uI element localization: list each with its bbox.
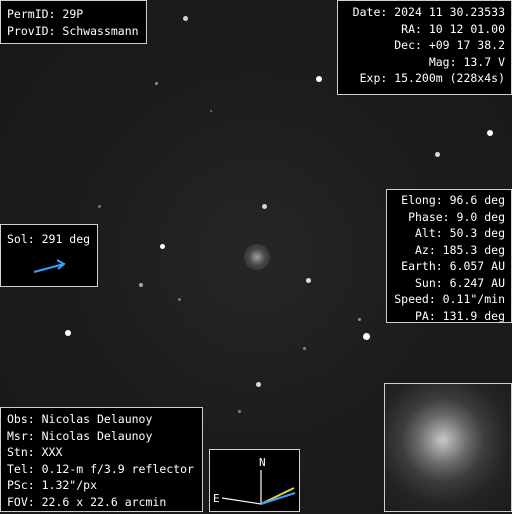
az-line: Az: 185.3 deg (414, 242, 505, 257)
observer-info-box: Obs: Nicolas Delaunoy Msr: Nicolas Delau… (0, 407, 203, 512)
phase-line: Phase: 9.0 deg (408, 209, 505, 224)
star (363, 333, 370, 340)
psc-line: PSc: 1.32"/px (7, 478, 98, 492)
star (487, 130, 493, 136)
tel-line: Tel: 0.12-m f/3.9 reflector (7, 461, 194, 476)
date-line: Date: 2024 11 30.23533 (352, 5, 505, 19)
prov-id-value: Schwassmann (62, 23, 139, 38)
star (210, 110, 212, 112)
sun-line: Sun: 6.247 AU (414, 275, 505, 290)
star (238, 410, 241, 413)
sun-direction-arrow-icon (33, 259, 66, 273)
star (160, 244, 165, 249)
star (435, 152, 440, 157)
star (183, 16, 188, 21)
comet-zoom-image (385, 384, 511, 511)
star (316, 76, 322, 82)
fov-line: FOV: 22.6 x 22.6 arcmin (7, 494, 167, 509)
star (306, 278, 311, 283)
star (178, 298, 181, 301)
stn-line: Stn: XXX (7, 445, 63, 459)
compass-box: N E (209, 449, 300, 512)
east-label: E (213, 492, 220, 505)
speed-line: Speed: 0.11"/min (394, 292, 505, 306)
geometry-info-box: Elong: 96.6 deg Phase: 9.0 deg Alt: 50.3… (386, 189, 512, 323)
sun-direction-box: Sol: 291 deg (0, 224, 98, 287)
pa-line: PA: 131.9 deg (414, 308, 505, 323)
perm-id-line: PermID: 29P (7, 7, 84, 21)
perm-id-value: 29P (62, 7, 84, 21)
comet-coma (244, 244, 270, 270)
compass-rose-icon (221, 470, 296, 505)
observation-info-box: Date: 2024 11 30.23533 RA: 10 12 01.00 D… (337, 0, 512, 95)
star (303, 347, 306, 350)
star (155, 82, 158, 85)
msr-line: Msr: Nicolas Delaunoy (7, 428, 153, 443)
ra-line: RA: 10 12 01.00 (401, 21, 505, 36)
star (139, 283, 143, 287)
dec-line: Dec: +09 17 38.2 (394, 38, 505, 52)
star (262, 204, 267, 209)
star (65, 330, 71, 336)
star (358, 318, 361, 321)
elong-line: Elong: 96.6 deg (401, 193, 505, 207)
object-id-box: PermID: 29P ProvID: Schwassmann (0, 0, 147, 44)
mag-line: Mag: 13.7 V (428, 54, 505, 69)
star (256, 382, 261, 387)
sol-label: Sol: 291 deg (7, 232, 91, 246)
alt-line: Alt: 50.3 deg (414, 226, 505, 240)
north-label: N (259, 456, 266, 469)
obs-line: Obs: Nicolas Delaunoy (7, 412, 153, 426)
star (98, 205, 101, 208)
prov-id-line: ProvID: Schwassmann (7, 23, 139, 38)
exp-line: Exp: 15.200m (228x4s) (359, 71, 505, 85)
earth-line: Earth: 6.057 AU (401, 259, 505, 273)
comet-zoom-inset (384, 383, 512, 512)
